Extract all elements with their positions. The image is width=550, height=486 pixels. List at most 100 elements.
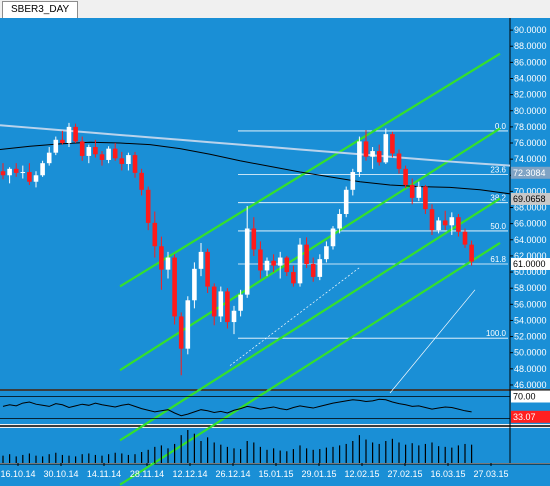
candle-body xyxy=(86,147,92,156)
candle-body xyxy=(277,257,283,266)
candle-body xyxy=(112,148,118,159)
candle-body xyxy=(416,186,422,198)
candle-body xyxy=(60,139,65,144)
candle-body xyxy=(310,263,316,277)
y-tick-label: 52.0000 xyxy=(514,332,547,342)
candle-body xyxy=(357,141,362,173)
candle-body xyxy=(284,257,290,273)
candle-body xyxy=(258,249,263,271)
candle-body xyxy=(178,316,184,349)
x-tick-label: 14.11.14 xyxy=(87,469,121,479)
candle-body xyxy=(172,257,177,317)
x-tick-label: 27.03.15 xyxy=(473,469,508,479)
osc-tick-label: 33.07 xyxy=(513,412,536,422)
candle-body xyxy=(469,244,474,262)
y-tick-label: 54.0000 xyxy=(514,315,547,325)
y-tick-label: 76.0000 xyxy=(514,138,547,148)
x-tick-label: 26.12.14 xyxy=(215,469,250,479)
price-marker-label: 72.3084 xyxy=(513,168,546,178)
price-marker-label: 69.0658 xyxy=(513,194,546,204)
candle-body xyxy=(27,172,32,182)
candle-body xyxy=(403,168,408,185)
candle-body xyxy=(20,172,26,174)
candle-body xyxy=(205,251,210,287)
candle-body xyxy=(145,189,151,223)
candle-body xyxy=(449,217,455,226)
candle-body xyxy=(390,134,395,154)
candle-body xyxy=(139,172,144,190)
candle-body xyxy=(304,244,309,264)
candle-body xyxy=(79,141,85,156)
candle-body xyxy=(46,152,52,164)
candle-body xyxy=(132,155,138,173)
candle-body xyxy=(442,220,448,226)
candle-body xyxy=(106,148,111,160)
x-tick-label: 29.01.15 xyxy=(301,469,336,479)
candle-body xyxy=(40,163,45,176)
y-tick-label: 58.0000 xyxy=(514,283,547,293)
y-tick-label: 80.0000 xyxy=(514,106,547,116)
candle-body xyxy=(159,246,164,270)
candle-body xyxy=(350,172,356,190)
candle-body xyxy=(244,228,250,295)
y-tick-label: 90.0000 xyxy=(514,25,547,35)
y-tick-label: 64.0000 xyxy=(514,235,547,245)
candle-body xyxy=(119,158,125,164)
candle-body xyxy=(383,134,389,163)
candle-body xyxy=(33,175,39,182)
tab-bar: SBER3_DAY xyxy=(0,0,550,19)
tab-chart-symbol[interactable]: SBER3_DAY xyxy=(2,1,79,18)
candle-body xyxy=(330,228,336,247)
y-tick-label: 86.0000 xyxy=(514,57,547,67)
candle-body xyxy=(429,209,435,231)
y-tick-label: 74.0000 xyxy=(514,154,547,164)
fib-level-label: 100.0 xyxy=(486,329,507,338)
candle-body xyxy=(456,217,461,232)
candle-body xyxy=(99,154,105,160)
candle-body xyxy=(218,291,224,317)
candle-body xyxy=(165,257,171,270)
candle-body xyxy=(238,294,243,311)
x-tick-label: 15.01.15 xyxy=(258,469,293,479)
y-tick-label: 48.0000 xyxy=(514,364,547,374)
candle-body xyxy=(192,268,197,301)
candle-body xyxy=(126,155,131,164)
x-tick-label: 28.11.14 xyxy=(130,469,164,479)
candle-body xyxy=(396,153,402,169)
x-tick-label: 30.10.14 xyxy=(43,469,78,479)
y-tick-label: 84.0000 xyxy=(514,73,547,83)
y-tick-label: 82.0000 xyxy=(514,90,547,100)
candle-body xyxy=(264,260,270,271)
y-tick-label: 56.0000 xyxy=(514,299,547,309)
y-tick-label: 50.0000 xyxy=(514,348,547,358)
candle-body xyxy=(436,220,441,231)
candle-body xyxy=(152,222,158,247)
fib-level-label: 50.0 xyxy=(490,222,506,231)
candle-body xyxy=(317,259,323,277)
candle-body xyxy=(13,168,19,173)
x-tick-label: 12.12.14 xyxy=(172,469,207,479)
candle-body xyxy=(376,151,382,163)
candle-body xyxy=(211,286,217,317)
x-tick-label: 16.03.15 xyxy=(430,469,465,479)
candle-body xyxy=(337,213,342,229)
candle-body xyxy=(66,126,72,144)
chart-canvas[interactable]: 46.0000 48.0000 50.0000 52.0000 54.0000 56.00… xyxy=(0,18,550,486)
candle-body xyxy=(462,231,468,245)
fib-level-label: 61.8 xyxy=(490,255,506,264)
candle-body xyxy=(324,246,329,260)
candle-body xyxy=(185,300,191,349)
candle-body xyxy=(409,184,415,198)
candle-body xyxy=(370,151,375,157)
y-tick-label: 88.0000 xyxy=(514,41,547,51)
candle-body xyxy=(53,139,59,153)
candle-body xyxy=(73,126,78,142)
x-tick-label: 27.02.15 xyxy=(387,469,422,479)
candle-body xyxy=(0,171,6,176)
candle-body xyxy=(251,228,257,250)
candle-body xyxy=(343,189,349,214)
candle-body xyxy=(225,291,230,323)
candle-body xyxy=(291,272,296,284)
chart-window: SBER3_DAY 46.0000 48.0000 50.0000 52.0000 54… xyxy=(0,0,550,486)
fib-level-label: 38.2 xyxy=(490,194,506,203)
